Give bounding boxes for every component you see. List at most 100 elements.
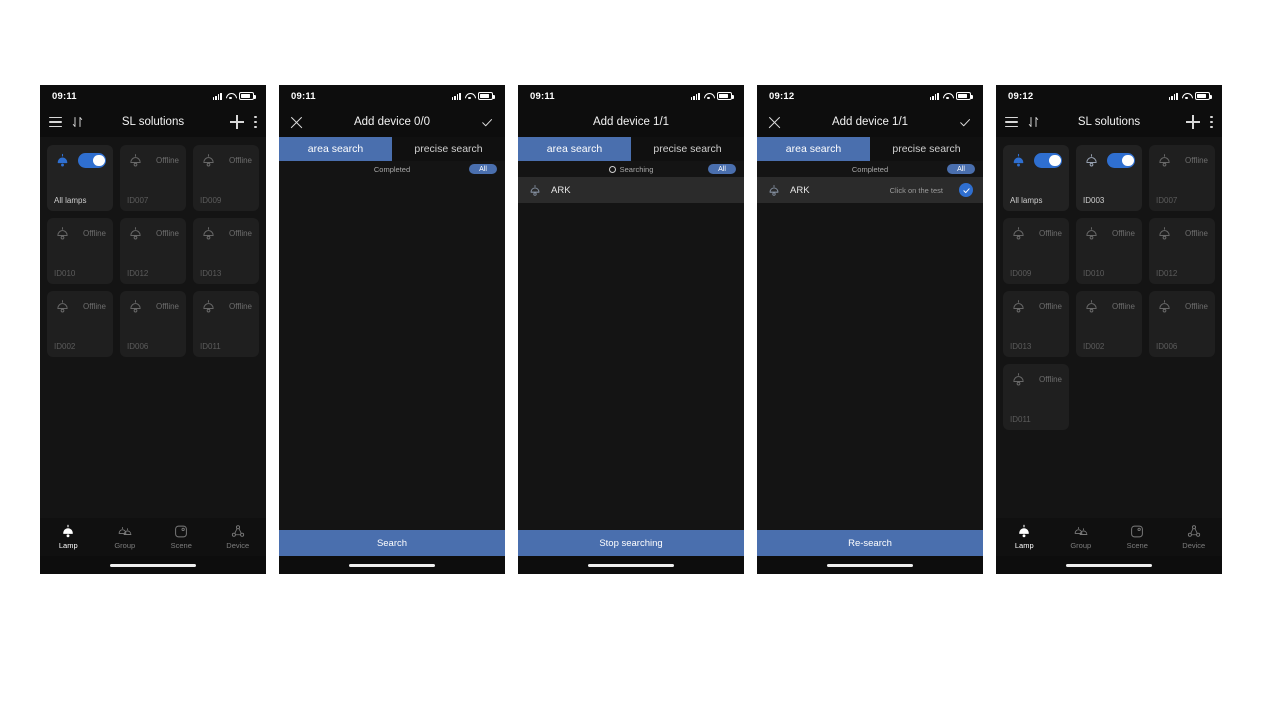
battery-icon xyxy=(478,92,495,100)
search-action-button[interactable]: Re-search xyxy=(757,530,983,556)
lamp-card[interactable]: Offline ID010 xyxy=(47,218,113,284)
lamp-card[interactable]: ID003 xyxy=(1076,145,1142,211)
device-result-row[interactable]: ARK xyxy=(518,177,744,203)
tab-precise[interactable]: precise search xyxy=(392,137,505,161)
lamp-card[interactable]: Offline ID009 xyxy=(193,145,259,211)
lamp-card[interactable]: All lamps xyxy=(1003,145,1069,211)
plus-icon[interactable] xyxy=(230,115,244,129)
lamp-card[interactable]: Offline ID013 xyxy=(1003,291,1069,357)
lamp-card[interactable]: Offline ID002 xyxy=(1076,291,1142,357)
add-device-title: Add device 0/0 xyxy=(353,116,431,128)
lamp-card-top: Offline xyxy=(127,299,179,314)
lamp-card[interactable]: Offline ID011 xyxy=(193,291,259,357)
lamp-toggle[interactable] xyxy=(1034,153,1062,168)
device-icon xyxy=(1187,525,1200,537)
lamp-card-label: All lamps xyxy=(54,196,87,205)
lamp-card[interactable]: Offline ID009 xyxy=(1003,218,1069,284)
nav-item-label: Group xyxy=(1070,541,1092,550)
sort-icon[interactable] xyxy=(1027,116,1040,128)
lamp-status-offline: Offline xyxy=(83,229,106,238)
nav-item-group[interactable]: Group xyxy=(97,524,154,550)
lamp-outline-icon xyxy=(769,184,779,196)
filter-all-badge[interactable]: All xyxy=(947,164,975,174)
lamp-card[interactable]: Offline ID006 xyxy=(120,291,186,357)
nav-item-scene[interactable]: Scene xyxy=(153,524,210,550)
signal-icon xyxy=(212,92,222,100)
lamp-toggle[interactable] xyxy=(78,153,106,168)
tab-area[interactable]: area search xyxy=(279,137,392,161)
wifi-icon xyxy=(704,92,713,100)
lamp-card-label: ID012 xyxy=(127,269,149,278)
lamp-card-top: Offline xyxy=(1010,372,1062,387)
kebab-menu-icon[interactable] xyxy=(1210,115,1213,129)
lamp-card-label: ID006 xyxy=(1156,342,1178,351)
lamp-card[interactable]: All lamps xyxy=(47,145,113,211)
lamp-card-label: ID012 xyxy=(1156,269,1178,278)
lamp-card[interactable]: Offline ID012 xyxy=(120,218,186,284)
lamp-card[interactable]: Offline ID007 xyxy=(120,145,186,211)
nav-item-device[interactable]: Device xyxy=(1166,524,1223,550)
check-icon[interactable] xyxy=(958,116,972,129)
lamp-outline-icon xyxy=(1013,300,1024,313)
filter-all-badge[interactable]: All xyxy=(469,164,497,174)
hamburger-icon[interactable] xyxy=(49,117,62,127)
battery-icon xyxy=(239,92,256,100)
lamp-outline-icon xyxy=(203,300,214,313)
status-bar-time: 09:11 xyxy=(52,90,77,102)
sort-icon[interactable] xyxy=(71,116,84,128)
lamp-card[interactable]: Offline ID012 xyxy=(1149,218,1215,284)
lamp-card-top xyxy=(1083,153,1135,168)
lamp-card[interactable]: Offline ID010 xyxy=(1076,218,1142,284)
lamp-card[interactable]: Offline ID002 xyxy=(47,291,113,357)
nav-item-label: Device xyxy=(1182,541,1206,550)
nav-item-lamp[interactable]: Lamp xyxy=(40,524,97,550)
plus-icon[interactable] xyxy=(1186,115,1200,129)
scene-icon xyxy=(1131,525,1144,538)
lamp-card-top: Offline xyxy=(1010,226,1062,241)
tab-precise[interactable]: precise search xyxy=(870,137,983,161)
signal-icon xyxy=(929,92,939,100)
lamp-status-offline: Offline xyxy=(83,302,106,311)
selected-check-icon[interactable] xyxy=(959,183,973,197)
close-icon[interactable] xyxy=(768,116,781,129)
lamp-status-offline: Offline xyxy=(156,229,179,238)
lamp-outline-icon xyxy=(1086,154,1097,167)
lamp-card-top: Offline xyxy=(1156,153,1208,168)
lamp-card[interactable]: Offline ID013 xyxy=(193,218,259,284)
lamp-status-offline: Offline xyxy=(1185,302,1208,311)
loading-spinner-icon xyxy=(608,165,616,173)
lamp-outline-icon xyxy=(130,154,141,167)
lamp-status-offline: Offline xyxy=(1185,229,1208,238)
battery-icon xyxy=(1195,92,1212,100)
nav-item-lamp[interactable]: Lamp xyxy=(996,524,1053,550)
hamburger-icon[interactable] xyxy=(1005,117,1018,127)
lamp-toggle[interactable] xyxy=(1107,153,1135,168)
tab-area[interactable]: area search xyxy=(518,137,631,161)
phone-add-device-found: 09:12 Add device 1/1 area search precise se… xyxy=(757,85,983,574)
nav-item-device[interactable]: Device xyxy=(210,524,267,550)
search-action-button[interactable]: Stop searching xyxy=(518,530,744,556)
kebab-menu-icon[interactable] xyxy=(254,115,257,129)
tab-precise[interactable]: precise search xyxy=(631,137,744,161)
status-bar-indicators xyxy=(929,92,973,100)
status-bar-time: 09:12 xyxy=(1008,90,1034,102)
lamp-status-offline: Offline xyxy=(229,302,252,311)
lamp-card-top xyxy=(54,153,106,168)
battery-icon xyxy=(717,92,734,100)
lamp-card[interactable]: Offline ID006 xyxy=(1149,291,1215,357)
nav-item-label: Group xyxy=(114,541,136,550)
lamp-card[interactable]: Offline ID007 xyxy=(1149,145,1215,211)
lamp-card[interactable]: Offline ID011 xyxy=(1003,364,1069,430)
lamp-outline-icon xyxy=(1013,373,1024,386)
tab-area[interactable]: area search xyxy=(757,137,870,161)
nav-item-group[interactable]: Group xyxy=(1053,524,1110,550)
check-icon[interactable] xyxy=(480,116,494,129)
device-result-row[interactable]: ARK Click on the test xyxy=(757,177,983,203)
search-action-button[interactable]: Search xyxy=(279,530,505,556)
nav-item-scene[interactable]: Scene xyxy=(1109,524,1166,550)
filter-all-badge[interactable]: All xyxy=(708,164,736,174)
lamp-outline-icon xyxy=(1086,300,1097,313)
lamp-card-top: Offline xyxy=(1156,299,1208,314)
close-icon[interactable] xyxy=(290,116,303,129)
lamp-outline-icon xyxy=(1013,227,1024,240)
